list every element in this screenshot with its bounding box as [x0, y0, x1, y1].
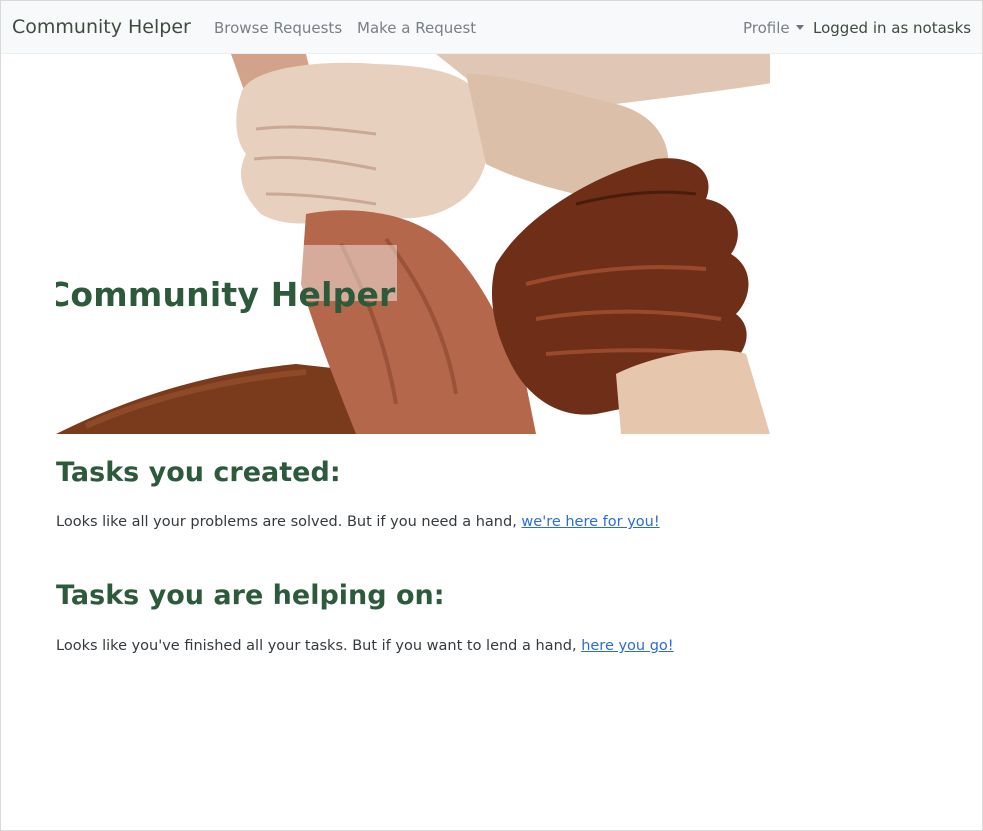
stacked-hands-image: [56, 54, 770, 434]
caret-down-icon: [795, 25, 804, 30]
tasks-helping-text: Looks like you've finished all your task…: [56, 638, 582, 654]
page-frame: Community Helper Browse Requests Make a …: [0, 0, 983, 831]
tasks-created-text: Looks like all your problems are solved.…: [56, 514, 522, 530]
hero-banner: Community Helper: [56, 54, 770, 434]
browse-requests-link[interactable]: here you go!: [581, 638, 673, 654]
navbar: Community Helper Browse Requests Make a …: [1, 1, 982, 54]
tasks-helping-heading: Tasks you are helping on:: [56, 580, 445, 611]
hero-title: Community Helper: [56, 275, 396, 315]
tasks-created-message: Looks like all your problems are solved.…: [56, 514, 660, 530]
tasks-helping-message: Looks like you've finished all your task…: [56, 638, 674, 654]
logged-in-status: Logged in as notasks: [813, 19, 972, 37]
profile-dropdown[interactable]: Profile: [743, 19, 804, 37]
make-request-link[interactable]: we're here for you!: [521, 514, 659, 530]
nav-link-make-request[interactable]: Make a Request: [357, 19, 476, 37]
navbar-brand[interactable]: Community Helper: [12, 16, 191, 38]
nav-link-browse-requests[interactable]: Browse Requests: [214, 19, 342, 37]
tasks-created-heading: Tasks you created:: [56, 457, 341, 488]
profile-dropdown-label: Profile: [743, 19, 790, 37]
